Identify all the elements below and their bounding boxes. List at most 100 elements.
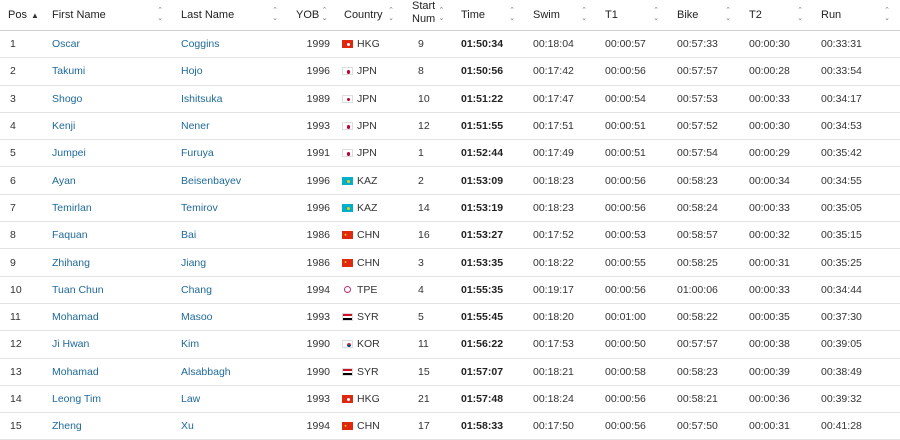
table-row[interactable]: 9 Zhihang Jiang 1986 CHN 3 01:53:35 00:18:22 00:… xyxy=(0,248,900,277)
athlete-first-name-link[interactable]: Kenji xyxy=(52,120,75,132)
cell-time: 01:50:56 xyxy=(453,57,525,86)
flag-kaz-icon xyxy=(342,203,353,212)
table-row[interactable]: 11 Mohamad Masoo 1993 SYR 5 01:55:45 00:18:20 00… xyxy=(0,303,900,332)
table-row[interactable]: 14 Leong Tim Law 1993 HKG 21 01:57:48 00:18:24 0… xyxy=(0,385,900,414)
column-header-last-name[interactable]: Last Name ⌃ ⌄ xyxy=(173,0,288,31)
athlete-last-name-link[interactable]: Hojo xyxy=(181,65,203,77)
table-row[interactable]: 8 Faquan Bai 1986 CHN 16 01:53:27 00:17:52 00:00… xyxy=(0,221,900,250)
athlete-last-name-link[interactable]: Jiang xyxy=(181,257,206,269)
cell-swim: 00:17:53 xyxy=(525,330,597,359)
cell-bike: 00:58:22 xyxy=(669,303,741,332)
column-header-first-name[interactable]: First Name ⌃ ⌄ xyxy=(44,0,173,31)
athlete-first-name-link[interactable]: Tuan Chun xyxy=(52,284,104,296)
cell-last-name: Ishitsuka xyxy=(173,85,288,113)
column-label-run: Run xyxy=(821,8,842,21)
athlete-last-name-link[interactable]: Beisenbayev xyxy=(181,175,241,187)
column-header-pos[interactable]: Pos ▲ xyxy=(0,0,44,31)
column-label-bike: Bike xyxy=(677,8,699,21)
athlete-last-name-link[interactable]: Law xyxy=(181,393,200,405)
athlete-first-name-link[interactable]: Zhihang xyxy=(52,257,90,269)
table-row[interactable]: 7 Temirlan Temirov 1996 KAZ 14 01:53:19 00:18:2… xyxy=(0,194,900,223)
cell-yob: 1999 xyxy=(288,30,336,59)
athlete-last-name-link[interactable]: Alsabbagh xyxy=(181,366,231,378)
country-code: JPN xyxy=(357,120,377,133)
table-row[interactable]: 1 Oscar Coggins 1999 HKG 9 01:50:34 00:18:04 00:… xyxy=(0,30,900,59)
athlete-first-name-link[interactable]: Mohamad xyxy=(52,366,99,378)
country-code: TPE xyxy=(357,283,378,296)
cell-yob: 1996 xyxy=(288,194,336,223)
cell-last-name: Jiang xyxy=(173,248,288,277)
cell-start-num: 16 xyxy=(404,221,453,250)
athlete-last-name-link[interactable]: Chang xyxy=(181,284,212,296)
country-code: CHN xyxy=(357,420,380,433)
cell-yob: 1991 xyxy=(288,139,336,168)
column-header-run[interactable]: Run ⌃ ⌄ xyxy=(813,0,900,31)
table-row[interactable]: 4 Kenji Nener 1993 JPN 12 01:51:55 00:17:51 00:0… xyxy=(0,112,900,141)
cell-pos: 10 xyxy=(0,276,44,304)
cell-swim: 00:18:23 xyxy=(525,194,597,223)
table-row[interactable]: 2 Takumi Hojo 1996 JPN 8 01:50:56 00:17:42 00:00… xyxy=(0,57,900,86)
cell-pos: 3 xyxy=(0,85,44,113)
athlete-last-name-link[interactable]: Ishitsuka xyxy=(181,93,222,105)
table-row[interactable]: 6 Ayan Beisenbayev 1996 KAZ 2 01:53:09 00:18:23… xyxy=(0,166,900,195)
athlete-first-name-link[interactable]: Oscar xyxy=(52,38,80,50)
athlete-last-name-link[interactable]: Furuya xyxy=(181,147,214,159)
cell-last-name: Bai xyxy=(173,221,288,250)
athlete-last-name-link[interactable]: Nener xyxy=(181,120,210,132)
athlete-last-name-link[interactable]: Kim xyxy=(181,338,199,350)
cell-pos: 7 xyxy=(0,194,44,223)
cell-country: JPN xyxy=(336,139,404,168)
athlete-first-name-link[interactable]: Leong Tim xyxy=(52,393,101,405)
cell-time: 01:50:34 xyxy=(453,30,525,59)
athlete-first-name-link[interactable]: Ji Hwan xyxy=(52,338,89,350)
cell-first-name: Ji Hwan xyxy=(44,330,173,359)
cell-last-name: Law xyxy=(173,385,288,414)
cell-time: 01:55:45 xyxy=(453,303,525,332)
column-header-start-num[interactable]: Start Num ⌃ ⌄ xyxy=(404,0,453,31)
flag-chn-icon xyxy=(342,231,353,240)
column-header-t2[interactable]: T2 ⌃ ⌄ xyxy=(741,0,813,31)
athlete-first-name-link[interactable]: Faquan xyxy=(52,229,88,241)
cell-run: 00:39:32 xyxy=(813,385,900,414)
table-row[interactable]: 5 Jumpei Furuya 1991 JPN 1 01:52:44 00:17:49 00:… xyxy=(0,139,900,168)
athlete-first-name-link[interactable]: Ayan xyxy=(52,175,76,187)
table-row[interactable]: 12 Ji Hwan Kim 1990 KOR 11 01:56:22 00:17:53 00:… xyxy=(0,330,900,359)
cell-first-name: Tuan Chun xyxy=(44,276,173,304)
flag-jpn-icon xyxy=(342,149,353,158)
column-header-swim[interactable]: Swim ⌃ ⌄ xyxy=(525,0,597,31)
athlete-last-name-link[interactable]: Masoo xyxy=(181,311,213,323)
athlete-first-name-link[interactable]: Mohamad xyxy=(52,311,99,323)
column-header-bike[interactable]: Bike ⌃ ⌄ xyxy=(669,0,741,31)
cell-bike: 00:57:57 xyxy=(669,330,741,359)
column-label-first-name: First Name xyxy=(52,8,106,21)
flag-chn-icon xyxy=(342,422,353,431)
athlete-last-name-link[interactable]: Xu xyxy=(181,420,194,432)
country-code: CHN xyxy=(357,229,380,242)
athlete-last-name-link[interactable]: Bai xyxy=(181,229,196,241)
athlete-last-name-link[interactable]: Coggins xyxy=(181,38,220,50)
cell-country: JPN xyxy=(336,57,404,86)
cell-run: 00:34:17 xyxy=(813,85,900,113)
cell-run: 00:35:25 xyxy=(813,248,900,277)
athlete-first-name-link[interactable]: Temirlan xyxy=(52,202,92,214)
cell-time: 01:56:22 xyxy=(453,330,525,359)
cell-last-name: Coggins xyxy=(173,30,288,59)
cell-country: HKG xyxy=(336,30,404,59)
table-row[interactable]: 13 Mohamad Alsabbagh 1990 SYR 15 01:57:07 00:18… xyxy=(0,358,900,386)
cell-run: 00:35:05 xyxy=(813,194,900,223)
sort-up-down-icon: ⌃ ⌄ xyxy=(272,7,278,22)
column-header-yob[interactable]: YOB ⌃ ⌄ xyxy=(288,0,336,31)
athlete-last-name-link[interactable]: Temirov xyxy=(181,202,218,214)
column-header-t1[interactable]: T1 ⌃ ⌄ xyxy=(597,0,669,31)
table-row[interactable]: 10 Tuan Chun Chang 1994 TPE 4 01:55:35 00:19:17… xyxy=(0,276,900,304)
column-header-time[interactable]: Time ⌃ ⌄ xyxy=(453,0,525,31)
athlete-first-name-link[interactable]: Shogo xyxy=(52,93,82,105)
table-row[interactable]: 3 Shogo Ishitsuka 1989 JPN 10 01:51:22 00:17:47… xyxy=(0,85,900,113)
cell-last-name: Alsabbagh xyxy=(173,358,288,386)
athlete-first-name-link[interactable]: Takumi xyxy=(52,65,85,77)
column-header-country[interactable]: Country ⌃ ⌄ xyxy=(336,0,404,31)
cell-country: JPN xyxy=(336,85,404,113)
cell-swim: 00:18:24 xyxy=(525,385,597,414)
athlete-first-name-link[interactable]: Jumpei xyxy=(52,147,86,159)
athlete-first-name-link[interactable]: Zheng xyxy=(52,420,82,432)
